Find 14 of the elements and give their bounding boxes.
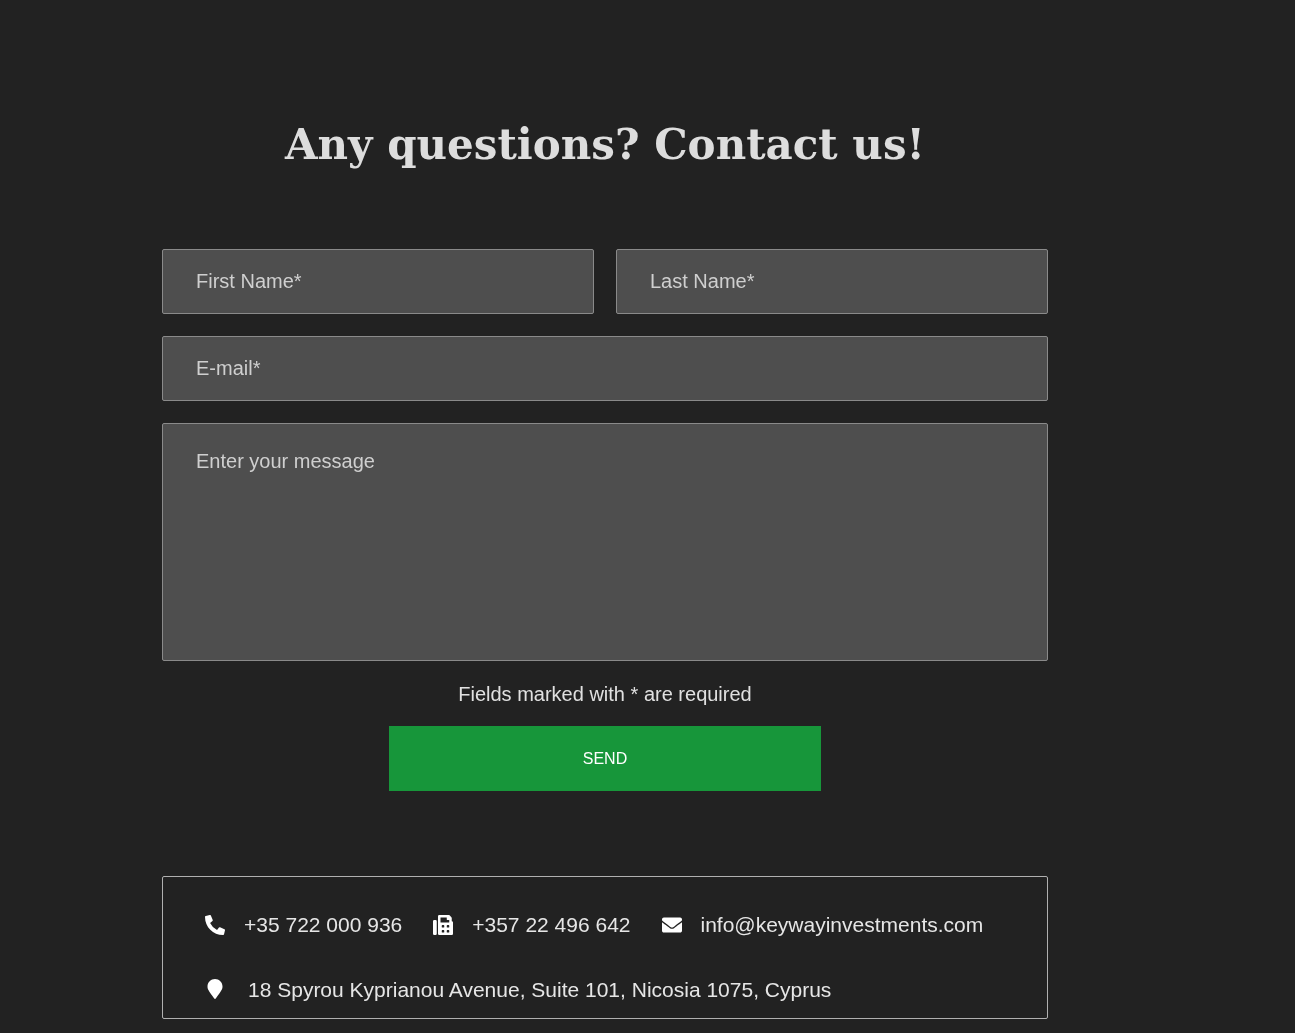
input-field[interactable]: E-mail* [162,336,1048,401]
phone-icon [205,914,225,935]
contact-text: +357 22 496 642 [472,912,631,938]
address-text: 18 Spyrou Kyprianou Avenue, Suite 101, Nicosia 1075, Cyprus [248,976,832,1003]
fax-icon [433,914,454,935]
message-field[interactable]: Enter your message [162,423,1048,661]
input-field[interactable]: First Name* [162,249,594,314]
contact-text: +35 722 000 936 [244,912,403,938]
required-note: Fields marked with * are required [458,682,752,707]
contact-text: info@keywayinvestments.com [700,912,984,938]
map-pin-icon [205,979,225,1000]
input-field[interactable]: Last Name* [616,249,1048,314]
page-title: Any questions? Contact us! [285,119,925,171]
send-button[interactable]: SEND [389,726,821,791]
